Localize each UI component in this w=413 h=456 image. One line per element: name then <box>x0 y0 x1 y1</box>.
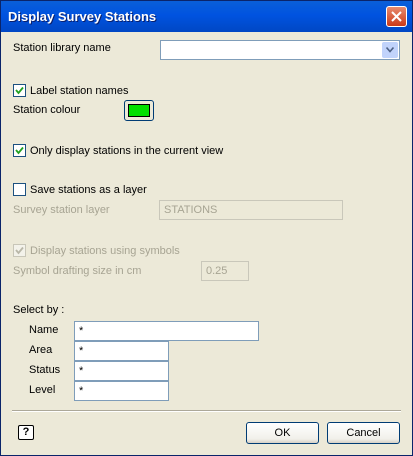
select-status-field[interactable]: * <box>74 361 169 381</box>
footer-divider <box>12 410 401 412</box>
ok-button[interactable]: OK <box>246 422 319 444</box>
select-name-label: Name <box>29 324 59 336</box>
label-names-label: Label station names <box>30 85 129 97</box>
symbol-size-field[interactable]: 0.25 <box>201 261 249 281</box>
select-area-label: Area <box>29 344 53 356</box>
station-colour-button[interactable] <box>124 100 154 121</box>
survey-layer-field[interactable]: STATIONS <box>159 200 343 220</box>
select-by-heading: Select by : <box>13 304 65 316</box>
save-layer-checkbox[interactable] <box>13 183 26 196</box>
only-current-view-checkbox[interactable] <box>13 144 26 157</box>
library-dropdown-button[interactable] <box>382 42 398 58</box>
station-colour-label: Station colour <box>13 104 81 116</box>
select-level-field[interactable]: * <box>74 381 169 401</box>
select-level-label: Level <box>29 384 56 396</box>
symbol-size-label: Symbol drafting size in cm <box>13 265 142 277</box>
station-colour-swatch <box>128 104 150 117</box>
window-title: Display Survey Stations <box>8 9 157 24</box>
checkmark-icon <box>15 146 24 155</box>
display-symbols-label: Display stations using symbols <box>30 245 180 257</box>
select-status-label: Status <box>29 364 61 376</box>
library-label: Station library name <box>13 42 111 54</box>
cancel-button[interactable]: Cancel <box>327 422 400 444</box>
only-current-view-label: Only display stations in the current vie… <box>30 145 224 157</box>
dialog-window: Display Survey Stations Station library … <box>0 0 413 456</box>
close-button[interactable] <box>386 6 407 27</box>
title-bar[interactable]: Display Survey Stations <box>1 1 412 32</box>
save-layer-label: Save stations as a layer <box>30 184 147 196</box>
checkmark-icon <box>15 246 24 255</box>
checkmark-icon <box>15 86 24 95</box>
help-icon[interactable]: ? <box>18 425 34 440</box>
display-symbols-checkbox[interactable] <box>13 244 26 257</box>
survey-layer-label: Survey station layer <box>13 204 110 216</box>
library-select[interactable] <box>160 40 400 60</box>
select-name-field[interactable]: * <box>74 321 259 341</box>
label-names-checkbox[interactable] <box>13 84 26 97</box>
chevron-down-icon <box>386 47 394 53</box>
close-icon <box>391 11 402 22</box>
select-area-field[interactable]: * <box>74 341 169 361</box>
